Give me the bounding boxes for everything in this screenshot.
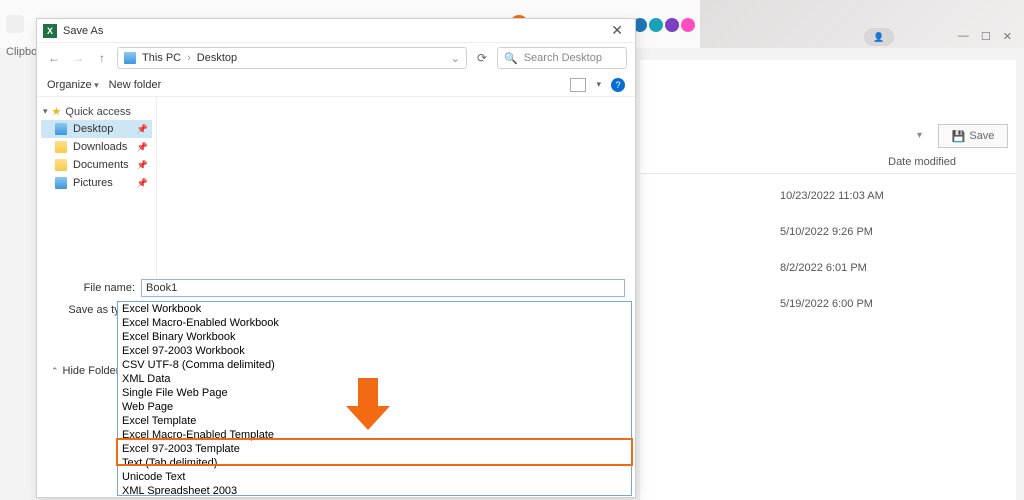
pin-icon: 📌 (137, 124, 148, 135)
date-modified-header[interactable]: Date modified (888, 156, 956, 168)
chevron-right-icon: › (187, 52, 191, 64)
background-save-button[interactable]: 💾 Save (938, 124, 1008, 148)
filetype-option[interactable]: Excel Binary Workbook (118, 330, 631, 344)
filename-label: File name: (55, 282, 135, 294)
sidebar-item-documents[interactable]: Documents 📌 (41, 156, 152, 174)
filetype-option[interactable]: Single File Web Page (118, 386, 631, 400)
filetype-option[interactable]: XML Data (118, 372, 631, 386)
up-button[interactable]: ↑ (93, 49, 111, 67)
folder-icon (55, 141, 67, 153)
search-input[interactable]: 🔍 Search Desktop (497, 47, 627, 69)
filetype-option[interactable]: Excel Template (118, 414, 631, 428)
file-list-header: Date modified (640, 150, 1016, 174)
folder-sidebar: ▾ ★ Quick access Desktop 📌 Downloads 📌 D… (37, 97, 157, 277)
folder-icon (55, 177, 67, 189)
maximize-button[interactable]: ☐ (981, 30, 991, 43)
back-button[interactable]: ← (45, 49, 63, 67)
filetype-option[interactable]: XML Spreadsheet 2003 (118, 484, 631, 496)
filetype-option[interactable]: Excel Workbook (118, 302, 631, 316)
close-icon[interactable]: ✕ (605, 22, 629, 39)
sidebar-item-label: Pictures (73, 177, 113, 189)
search-placeholder: Search Desktop (524, 52, 602, 64)
command-row: Organize New folder ▾ ? (37, 73, 635, 97)
view-toggle[interactable] (570, 78, 586, 92)
new-folder-button[interactable]: New folder (109, 79, 162, 91)
filetype-option[interactable]: Unicode Text (118, 470, 631, 484)
background-file-list: ▾ 💾 Save Date modified 10/23/2022 11:03 … (640, 60, 1016, 500)
sidebar-item-downloads[interactable]: Downloads 📌 (41, 138, 152, 156)
folder-icon (55, 123, 67, 135)
pin-icon: 📌 (137, 142, 148, 153)
chevron-down-icon: ⌃ (51, 366, 59, 377)
breadcrumb[interactable]: This PC › Desktop ⌄ (117, 47, 467, 69)
sidebar-item-label: Documents (73, 159, 129, 171)
breadcrumb-desktop[interactable]: Desktop (197, 52, 237, 64)
forward-button[interactable]: → (69, 49, 87, 67)
folder-icon (55, 159, 67, 171)
file-date: 5/10/2022 9:26 PM (780, 226, 1016, 238)
chevron-down-icon[interactable]: ▾ (596, 79, 601, 90)
filetype-option[interactable]: CSV UTF-8 (Comma delimited) (118, 358, 631, 372)
file-date: 5/19/2022 6:00 PM (780, 298, 1016, 310)
dialog-titlebar: X Save As ✕ (37, 19, 635, 43)
clipboard-label: Clipbo (6, 46, 37, 58)
filetype-option[interactable]: Excel Macro-Enabled Template (118, 428, 631, 442)
sidebar-item-label: Desktop (73, 123, 113, 135)
chevron-down-icon[interactable]: ⌄ (451, 52, 460, 65)
sidebar-item-label: Downloads (73, 141, 127, 153)
minimize-button[interactable]: — (958, 30, 969, 43)
sidebar-item-pictures[interactable]: Pictures 📌 (41, 174, 152, 192)
file-content-area (157, 97, 635, 277)
dropdown-caret-icon[interactable]: ▾ (917, 130, 922, 141)
pin-icon: 📌 (137, 178, 148, 189)
hide-folders-toggle[interactable]: ⌃ Hide Folders (51, 365, 125, 377)
pc-icon (124, 52, 136, 64)
file-date: 10/23/2022 11:03 AM (780, 190, 1016, 202)
save-button-label: Save (969, 130, 994, 142)
star-icon: ★ (52, 105, 62, 118)
paste-icon (6, 15, 24, 33)
filetype-option[interactable]: Text (Tab delimited) (118, 456, 631, 470)
refresh-button[interactable]: ⟳ (473, 49, 491, 67)
chevron-down-icon: ▾ (43, 106, 48, 117)
organize-menu[interactable]: Organize (47, 79, 99, 91)
dialog-title: Save As (63, 25, 103, 37)
user-avatar[interactable]: 👤 (864, 28, 894, 46)
filetype-option[interactable]: Excel 97-2003 Template (118, 442, 631, 456)
help-icon[interactable]: ? (611, 78, 625, 92)
file-list-dates: 10/23/2022 11:03 AM 5/10/2022 9:26 PM 8/2/… (640, 190, 1016, 310)
window-buttons: — ☐ ✕ (958, 30, 1012, 43)
nav-row: ← → ↑ This PC › Desktop ⌄ ⟳ 🔍 Search Des… (37, 43, 635, 73)
pin-icon: 📌 (137, 160, 148, 171)
saveastype-dropdown[interactable]: Excel WorkbookExcel Macro-Enabled Workbo… (117, 301, 632, 496)
breadcrumb-thispc[interactable]: This PC (142, 52, 181, 64)
filetype-option[interactable]: Excel Macro-Enabled Workbook (118, 316, 631, 330)
filename-input[interactable]: Book1 (141, 279, 625, 297)
save-icon: 💾 (952, 130, 966, 143)
filetype-option[interactable]: Excel 97-2003 Workbook (118, 344, 631, 358)
sidebar-item-desktop[interactable]: Desktop 📌 (41, 120, 152, 138)
search-icon: 🔍 (504, 52, 518, 65)
quick-access-label: Quick access (65, 106, 130, 118)
file-date: 8/2/2022 6:01 PM (780, 262, 1016, 274)
quick-access-group[interactable]: ▾ ★ Quick access (41, 103, 152, 120)
filetype-option[interactable]: Web Page (118, 400, 631, 414)
close-window-button[interactable]: ✕ (1003, 30, 1012, 43)
excel-icon: X (43, 24, 57, 38)
